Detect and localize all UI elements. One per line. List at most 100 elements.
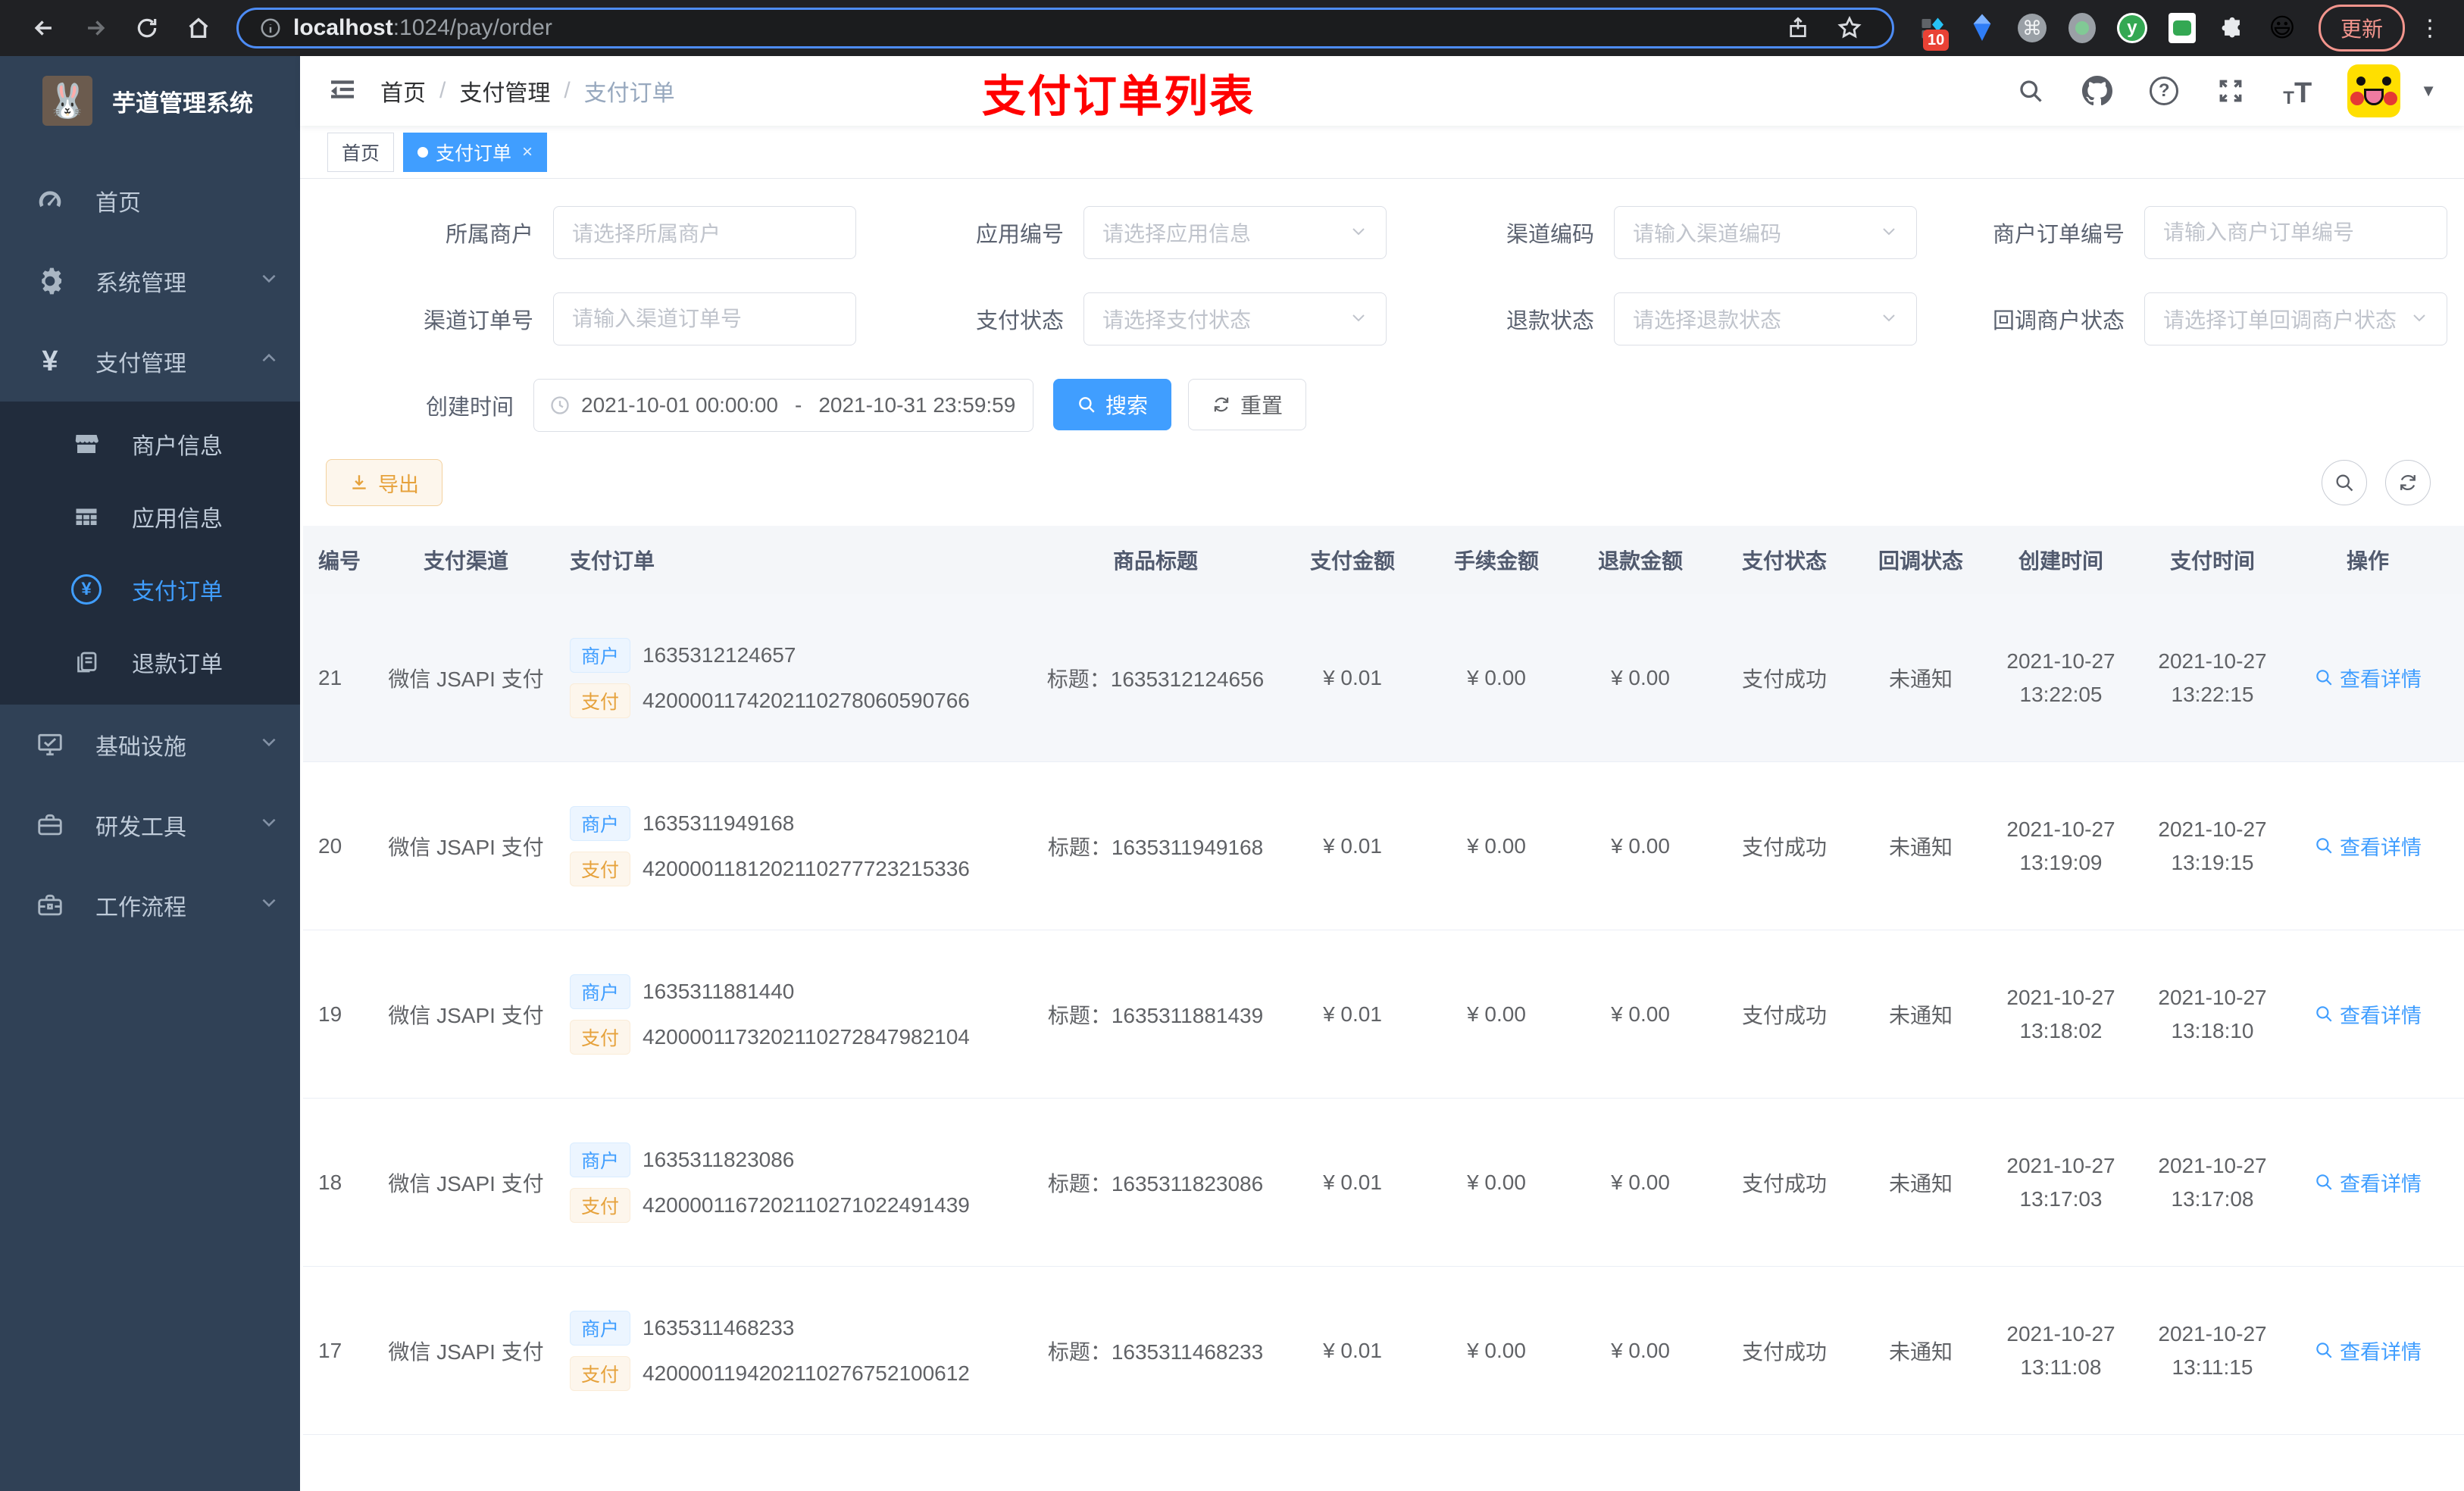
extension-badge: 10	[1922, 30, 1950, 51]
dashboard-icon	[33, 184, 67, 217]
active-dot	[417, 146, 429, 158]
sidebar-item-workflow[interactable]: 工作流程	[0, 865, 300, 946]
toolbox-icon	[33, 889, 67, 922]
merchant-tag: 商户	[570, 805, 631, 841]
channel-code-select[interactable]: 请输入渠道编码	[1614, 206, 1917, 259]
sidebar-item-refund-order[interactable]: 退款订单	[0, 626, 300, 699]
reset-button[interactable]: 重置	[1188, 379, 1307, 430]
update-button[interactable]: 更新	[2318, 5, 2405, 52]
browser-menu-icon[interactable]: ⋮	[2419, 15, 2441, 42]
pay-status-select[interactable]: 请选择支付状态	[1083, 292, 1387, 345]
filter-create-time: 创建时间 2021-10-01 00:00:00 - 2021-10-31 23…	[326, 379, 1033, 432]
address-bar[interactable]: localhost:1024/pay/order	[236, 8, 1894, 48]
url-path: :1024/pay/order	[392, 15, 552, 40]
pay-tag: 支付	[570, 683, 631, 718]
app-logo: 🐰 芋道管理系统	[0, 56, 300, 141]
sidebar-item-payment[interactable]: ¥ 支付管理	[0, 321, 300, 402]
table-row: 21 微信 JSAPI 支付 商户 1635312124657 支付 4200001…	[303, 594, 2464, 762]
filter-refund-status: 退款状态 请选择退款状态	[1387, 292, 1917, 345]
breadcrumb-payment[interactable]: 支付管理	[459, 74, 550, 108]
browser-chrome: localhost:1024/pay/order 10 ⌘ y 😃 更新 ⋮	[0, 0, 2464, 56]
collapse-sidebar-icon[interactable]	[327, 74, 358, 108]
app-title: 芋道管理系统	[112, 89, 253, 117]
refresh-icon[interactable]	[132, 13, 162, 43]
briefcase-icon	[33, 808, 67, 842]
tab-home[interactable]: 首页	[327, 132, 395, 172]
forward-icon[interactable]	[80, 13, 111, 43]
merchant-order-no-input[interactable]	[2163, 220, 2428, 245]
breadcrumb-home[interactable]: 首页	[380, 74, 426, 108]
gear-icon	[33, 264, 67, 298]
extension-y-icon[interactable]: y	[2116, 13, 2147, 43]
help-icon[interactable]: ?	[2147, 74, 2181, 108]
home-icon[interactable]	[183, 13, 214, 43]
back-icon[interactable]	[29, 13, 59, 43]
refund-status-select[interactable]: 请选择退款状态	[1614, 292, 1917, 345]
share-icon[interactable]	[1783, 13, 1813, 43]
monitor-icon	[33, 728, 67, 761]
sidebar-menu: 首页 系统管理 ¥ 支付管理 商户信息 应用信息 ¥ 支付订单 退款订单 基础设…	[0, 161, 300, 946]
view-detail-link[interactable]: 查看详情	[2314, 663, 2422, 692]
search-button[interactable]: 搜索	[1053, 379, 1172, 430]
notify-status-select[interactable]: 请选择订单回调商户状态	[2144, 292, 2447, 345]
extension-puzzle-icon[interactable]	[2217, 13, 2247, 43]
sidebar-item-dev-tools[interactable]: 研发工具	[0, 785, 300, 865]
avatar-caret-icon[interactable]: ▼	[2420, 81, 2437, 101]
order-table: 编号 支付渠道 支付订单 商品标题 支付金额 手续金额 退款金额 支付状态 回调…	[303, 526, 2464, 1491]
sidebar-item-pay-order[interactable]: ¥ 支付订单	[0, 553, 300, 626]
extension-grid-icon[interactable]: 10	[1917, 13, 1950, 51]
date-range-picker[interactable]: 2021-10-01 00:00:00 - 2021-10-31 23:59:5…	[533, 379, 1033, 432]
chevron-down-icon	[259, 732, 279, 758]
view-detail-link[interactable]: 查看详情	[2314, 1336, 2422, 1365]
extension-dot-icon[interactable]	[2067, 13, 2097, 43]
extension-gem-icon[interactable]	[1967, 13, 1997, 43]
view-detail-link[interactable]: 查看详情	[2314, 1167, 2422, 1197]
filter-merchant-order-no: 商户订单编号	[1917, 206, 2447, 259]
tab-pay-order[interactable]: 支付订单 ×	[403, 132, 548, 172]
store-icon	[70, 427, 103, 461]
extension-command-icon[interactable]: ⌘	[2017, 13, 2047, 43]
view-detail-link[interactable]: 查看详情	[2314, 999, 2422, 1029]
sidebar-item-merchant-info[interactable]: 商户信息	[0, 408, 300, 480]
application-window: localhost:1024/pay/order 10 ⌘ y 😃 更新 ⋮	[0, 0, 2464, 1491]
bookmark-star-icon[interactable]	[1834, 13, 1865, 43]
channel-order-no-input[interactable]	[572, 307, 837, 331]
toggle-search-button[interactable]	[2322, 460, 2367, 505]
pay-tag: 支付	[570, 851, 631, 886]
extension-chat-icon[interactable]	[2167, 13, 2197, 43]
sidebar-item-system[interactable]: 系统管理	[0, 241, 300, 321]
filter-channel-code: 渠道编码 请输入渠道编码	[1387, 206, 1917, 259]
filter-form: 所属商户 请选择所属商户 应用编号 请选择应用信息 渠道编码 请输入渠道编码 商…	[300, 179, 2464, 432]
github-icon[interactable]	[2081, 74, 2114, 108]
user-avatar[interactable]	[2347, 64, 2401, 117]
table-row: 18 微信 JSAPI 支付 商户 1635311823086 支付 4200001…	[303, 1099, 2464, 1267]
date-end: 2021-10-31 23:59:59	[818, 393, 1016, 417]
sidebar-item-app-info[interactable]: 应用信息	[0, 480, 300, 553]
info-icon[interactable]	[255, 13, 286, 43]
sidebar: 🐰 芋道管理系统 首页 系统管理 ¥ 支付管理 商户信息 应用信息 ¥ 支付订单…	[0, 56, 300, 1491]
font-size-icon[interactable]: TT	[2281, 74, 2314, 108]
chevron-up-icon	[259, 349, 279, 374]
sidebar-item-infrastructure[interactable]: 基础设施	[0, 705, 300, 785]
close-tab-icon[interactable]: ×	[522, 142, 533, 163]
grid-icon	[70, 500, 103, 533]
app-select[interactable]: 请选择应用信息	[1083, 206, 1387, 259]
date-start: 2021-10-01 00:00:00	[581, 393, 778, 417]
merchant-tag: 商户	[570, 974, 631, 1009]
export-button[interactable]: 导出	[326, 459, 442, 506]
yen-icon: ¥	[42, 345, 58, 377]
view-detail-link[interactable]: 查看详情	[2314, 831, 2422, 861]
extension-area: 10 ⌘ y 😃	[1917, 13, 2297, 51]
table-header: 编号 支付渠道 支付订单 商品标题 支付金额 手续金额 退款金额 支付状态 回调…	[303, 526, 2464, 594]
extension-emoji-icon[interactable]: 😃	[2267, 13, 2297, 43]
search-icon[interactable]	[2014, 74, 2047, 108]
table-row: 19 微信 JSAPI 支付 商户 1635311881440 支付 4200001…	[303, 930, 2464, 1099]
refresh-table-button[interactable]	[2385, 460, 2431, 505]
merchant-select[interactable]: 请选择所属商户	[553, 206, 856, 259]
chevron-down-icon	[1349, 308, 1368, 330]
page-annotation: 支付订单列表	[982, 72, 1255, 121]
pay-order-icon: ¥	[70, 573, 103, 606]
fullscreen-icon[interactable]	[2214, 74, 2247, 108]
pay-tag: 支付	[570, 1019, 631, 1055]
sidebar-item-home[interactable]: 首页	[0, 161, 300, 241]
